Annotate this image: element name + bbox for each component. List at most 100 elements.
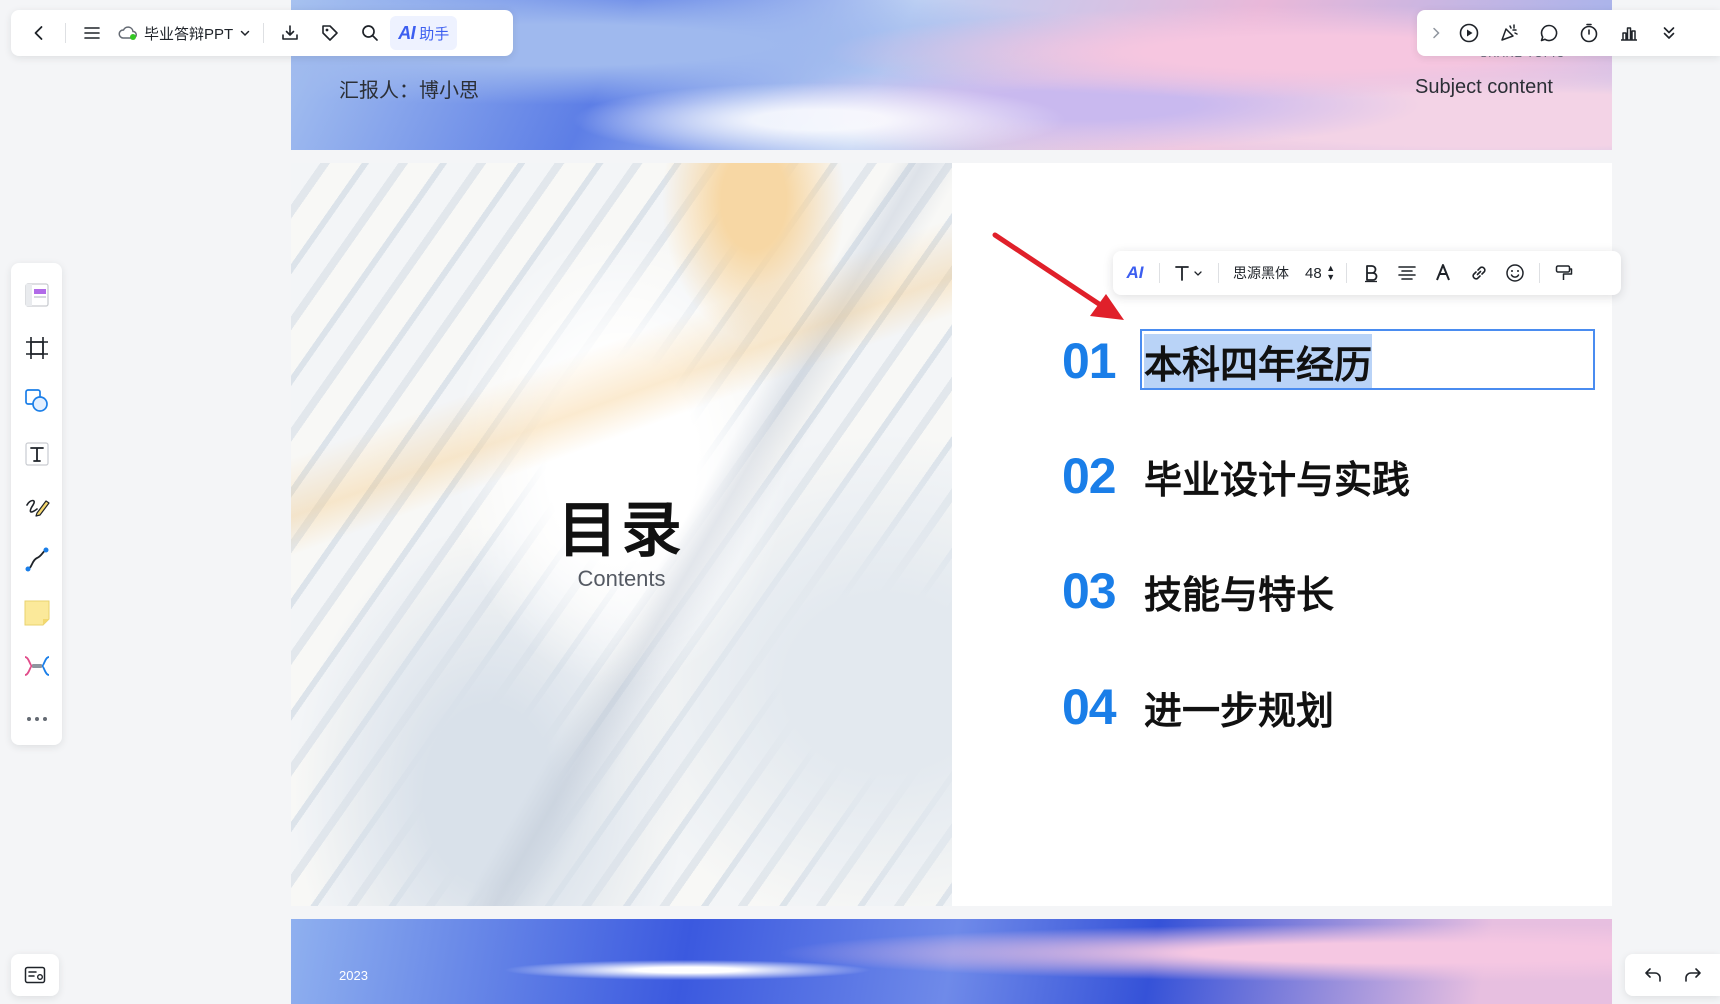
hamburger-icon — [84, 27, 100, 39]
emoji-button[interactable] — [1497, 257, 1533, 289]
sticky-note-icon — [24, 600, 49, 626]
document-title-dropdown[interactable]: 毕业答辩PPT — [112, 16, 257, 50]
tag-icon — [322, 25, 338, 41]
divider — [65, 23, 66, 43]
collapse-button[interactable] — [1423, 16, 1449, 50]
emoji-icon — [1505, 264, 1524, 282]
pen-tool[interactable] — [17, 485, 57, 529]
redo-button[interactable] — [1673, 958, 1713, 992]
pen-icon — [25, 499, 50, 517]
back-button[interactable] — [19, 16, 59, 50]
undo-button[interactable] — [1633, 958, 1673, 992]
align-button[interactable] — [1389, 257, 1425, 289]
text-selection-box[interactable] — [1140, 329, 1595, 390]
reporter-text[interactable]: 汇报人：博小思 — [339, 74, 479, 103]
text-icon — [24, 442, 49, 466]
text-tool[interactable] — [17, 432, 57, 476]
annotation-arrow-icon — [992, 232, 1124, 320]
toc-item-text[interactable]: 毕业设计与实践 — [1144, 449, 1410, 504]
divider — [1159, 263, 1160, 283]
comment-icon — [1540, 24, 1558, 42]
year-text[interactable]: 2023 — [339, 968, 368, 983]
format-painter-icon — [1555, 265, 1572, 280]
vote-button[interactable] — [1609, 16, 1649, 50]
ai-logo-text: AI — [1126, 263, 1144, 282]
search-button[interactable] — [350, 16, 390, 50]
shapes-icon — [24, 389, 48, 412]
link-button[interactable] — [1461, 257, 1497, 289]
connector-icon — [25, 547, 48, 572]
undo-icon — [1644, 968, 1661, 982]
comment-button[interactable] — [1529, 16, 1569, 50]
toc-item-text[interactable]: 技能与特长 — [1144, 564, 1334, 619]
text-style-dropdown[interactable] — [1166, 257, 1212, 289]
toc-item-4[interactable]: 04 进一步规划 — [1062, 676, 1334, 738]
search-icon — [362, 25, 379, 41]
toc-item-3[interactable]: 03 技能与特长 — [1062, 560, 1334, 622]
document-title: 毕业答辩PPT — [144, 25, 234, 43]
play-icon — [1459, 23, 1479, 43]
top-right-toolbar — [1417, 10, 1720, 56]
slide-panel-button[interactable] — [11, 954, 59, 996]
template-icon — [24, 283, 49, 307]
contents-subtitle[interactable]: Contents — [291, 566, 952, 592]
double-chevron-down-icon — [1663, 27, 1675, 39]
undo-redo-group — [1625, 954, 1720, 996]
text-color-button[interactable] — [1425, 257, 1461, 289]
ai-assistant-button[interactable]: AI 助手 — [390, 16, 458, 50]
connector-tool[interactable] — [17, 538, 57, 582]
ai-logo-text: AI — [398, 22, 416, 43]
toc-item-number: 01 — [1062, 333, 1117, 389]
toc-item-number: 02 — [1062, 448, 1117, 504]
celebrate-button[interactable] — [1489, 16, 1529, 50]
more-dots-icon — [26, 717, 47, 721]
divider — [263, 23, 265, 43]
chart-bar-icon — [1621, 27, 1637, 41]
tool-palette — [11, 263, 62, 745]
text-color-icon — [1435, 264, 1450, 281]
slide-next-strip[interactable] — [291, 919, 1612, 1004]
chevron-down-icon — [240, 30, 250, 37]
toc-item-2[interactable]: 02 毕业设计与实践 — [1062, 445, 1410, 507]
more-actions-button[interactable] — [1649, 16, 1689, 50]
text-format-toolbar: AI 思源黑体 48 ▲ ▼ — [1113, 251, 1621, 295]
shape-tool[interactable] — [17, 379, 57, 423]
frame-icon — [25, 337, 48, 359]
format-painter-button[interactable] — [1546, 257, 1582, 289]
menu-button[interactable] — [72, 16, 112, 50]
mindmap-tool[interactable] — [17, 644, 57, 688]
toc-item-number: 04 — [1062, 679, 1117, 735]
download-icon — [282, 25, 298, 40]
redo-icon — [1684, 968, 1701, 982]
frame-tool[interactable] — [17, 326, 57, 370]
font-size-stepper[interactable]: ▲ ▼ — [1322, 257, 1340, 289]
timer-button[interactable] — [1569, 16, 1609, 50]
more-tools-button[interactable] — [17, 697, 57, 741]
timer-icon — [1580, 23, 1598, 43]
link-icon — [1472, 266, 1486, 280]
tag-button[interactable] — [310, 16, 350, 50]
font-size-input[interactable]: 48 — [1297, 265, 1322, 282]
present-button[interactable] — [1449, 16, 1489, 50]
divider — [1218, 263, 1219, 283]
mindmap-icon — [24, 656, 49, 676]
download-button[interactable] — [270, 16, 310, 50]
contents-title[interactable]: 目录 — [291, 482, 952, 569]
caret-down-icon[interactable]: ▼ — [1326, 273, 1335, 282]
chevron-left-icon — [34, 26, 43, 40]
font-family-select[interactable]: 思源黑体 — [1225, 263, 1297, 283]
party-popper-icon — [1501, 24, 1518, 41]
template-tool[interactable] — [17, 273, 57, 317]
sticky-note-tool[interactable] — [17, 591, 57, 635]
chevron-right-icon — [1433, 27, 1440, 39]
toc-item-text[interactable]: 进一步规划 — [1144, 680, 1334, 735]
align-center-icon — [1397, 266, 1416, 280]
divider — [1345, 263, 1347, 283]
subject-content-text[interactable]: Subject content — [1415, 76, 1553, 99]
bold-button[interactable] — [1353, 257, 1389, 289]
toc-item-number: 03 — [1062, 563, 1117, 619]
ai-format-button[interactable]: AI — [1117, 257, 1153, 289]
text-style-icon — [1175, 266, 1202, 281]
divider — [1538, 263, 1540, 283]
ai-assistant-label: 助手 — [419, 25, 450, 43]
